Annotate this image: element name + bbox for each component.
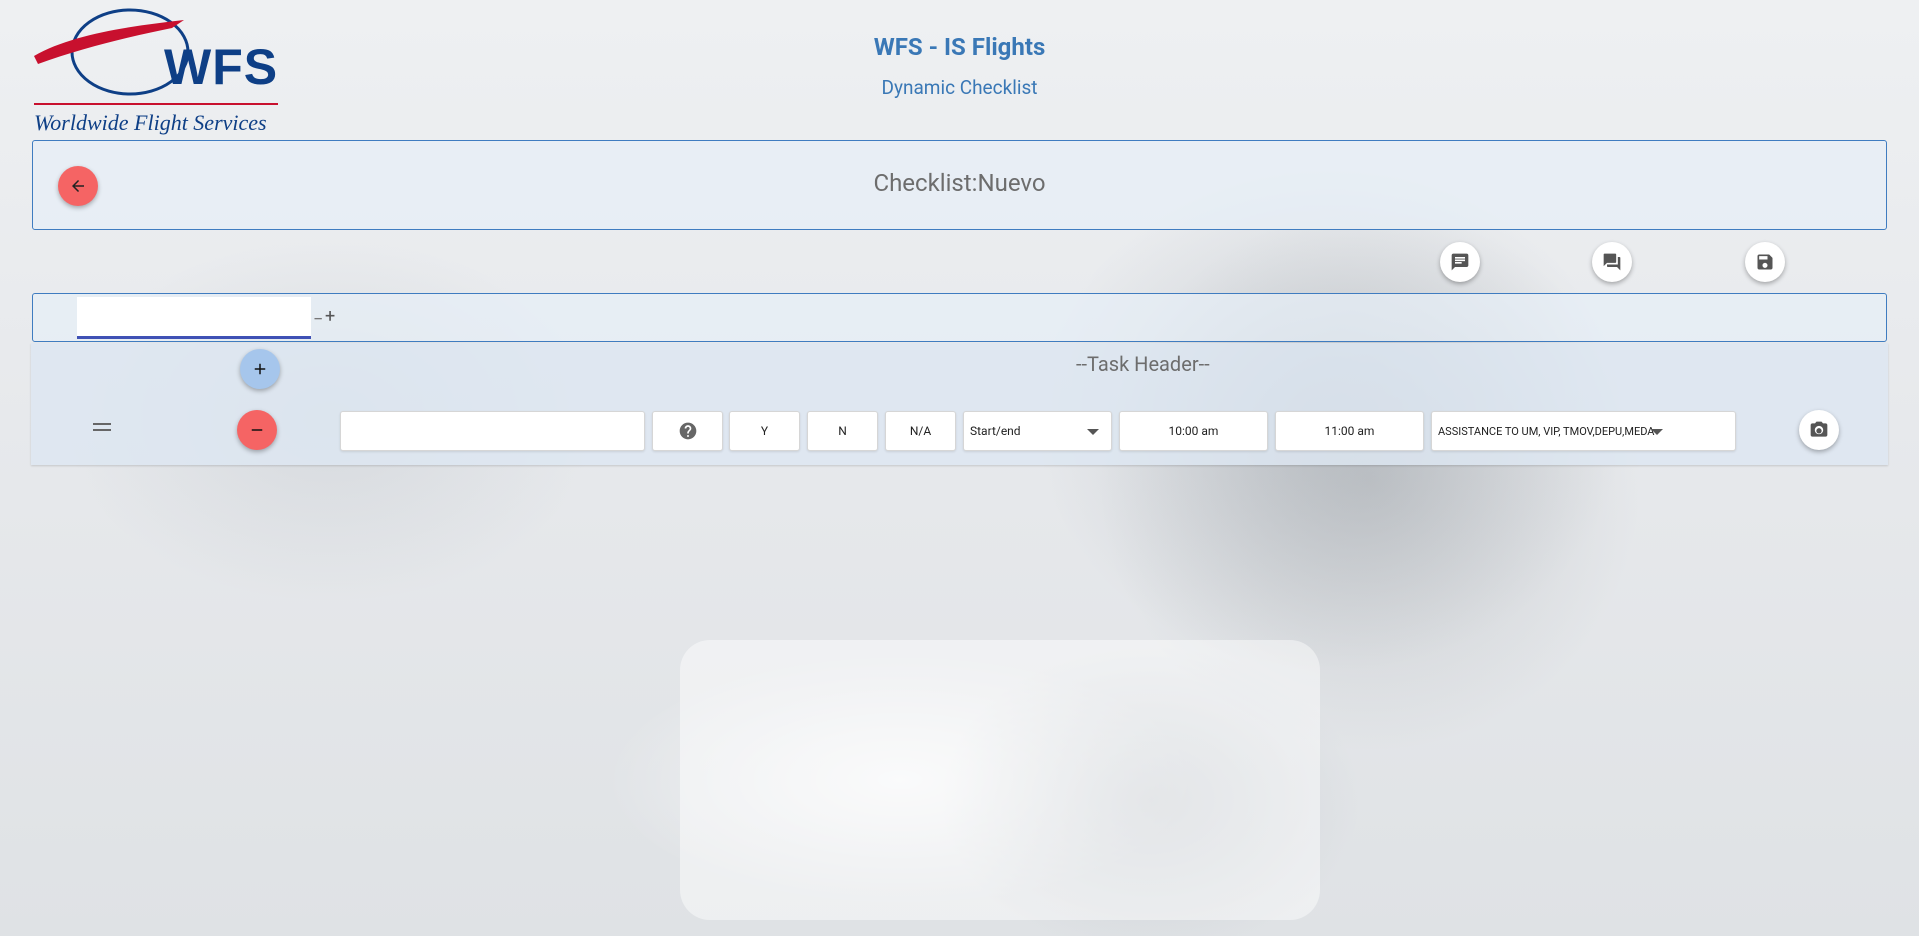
- save-icon: [1757, 254, 1773, 270]
- background-vehicle: [680, 640, 1320, 920]
- logo-divider: [34, 103, 278, 105]
- category-value: ASSISTANCE TO UM, VIP, TMOV,DEPU,MEDA: [1438, 424, 1655, 438]
- category-select[interactable]: ASSISTANCE TO UM, VIP, TMOV,DEPU,MEDA: [1431, 411, 1736, 451]
- option-na-button[interactable]: N/A: [885, 411, 956, 451]
- camera-icon: [1810, 421, 1828, 437]
- tab-active[interactable]: −: [77, 297, 323, 339]
- help-icon: [679, 422, 696, 440]
- help-button[interactable]: [652, 411, 723, 451]
- task-header: --Task Header--: [1076, 352, 1210, 376]
- option-yes-button[interactable]: Y: [729, 411, 800, 451]
- start-time-field[interactable]: 10:00 am: [1119, 411, 1268, 451]
- remove-task-button[interactable]: [237, 410, 277, 450]
- forum-icon: [1603, 253, 1621, 271]
- task-type-select[interactable]: Start/end: [963, 411, 1112, 451]
- tab-remove-button[interactable]: −: [313, 309, 323, 330]
- end-time-field[interactable]: 11:00 am: [1275, 411, 1424, 451]
- minus-icon: [251, 429, 263, 431]
- tab-add-button[interactable]: +: [325, 306, 335, 327]
- task-type-value: Start/end: [970, 424, 1021, 438]
- task-area: --Task Header-- Y N N/A Start/end 10:00 …: [31, 343, 1888, 465]
- option-no-button[interactable]: N: [807, 411, 878, 451]
- comment-button[interactable]: [1440, 242, 1480, 282]
- chevron-down-icon: [1087, 429, 1099, 435]
- drag-handle-icon[interactable]: [93, 423, 111, 431]
- app-subtitle: Dynamic Checklist: [881, 76, 1038, 99]
- app-title: WFS - IS Flights: [873, 33, 1046, 61]
- checklist-panel: Checklist:Nuevo: [32, 140, 1887, 230]
- logo-tagline: Worldwide Flight Services: [34, 110, 267, 135]
- comment-icon: [1451, 253, 1469, 271]
- chevron-down-icon: [1651, 429, 1663, 435]
- save-button[interactable]: [1745, 242, 1785, 282]
- wfs-logo: WFS Worldwide Flight Services: [32, 4, 280, 135]
- plus-icon: [254, 363, 266, 375]
- forum-button[interactable]: [1592, 242, 1632, 282]
- tab-bar: − +: [32, 293, 1887, 342]
- camera-button[interactable]: [1799, 410, 1839, 450]
- task-description-input[interactable]: [340, 411, 645, 451]
- add-task-button[interactable]: [240, 349, 280, 389]
- checklist-title: Checklist:Nuevo: [873, 169, 1046, 197]
- background-engine: [1090, 170, 1650, 790]
